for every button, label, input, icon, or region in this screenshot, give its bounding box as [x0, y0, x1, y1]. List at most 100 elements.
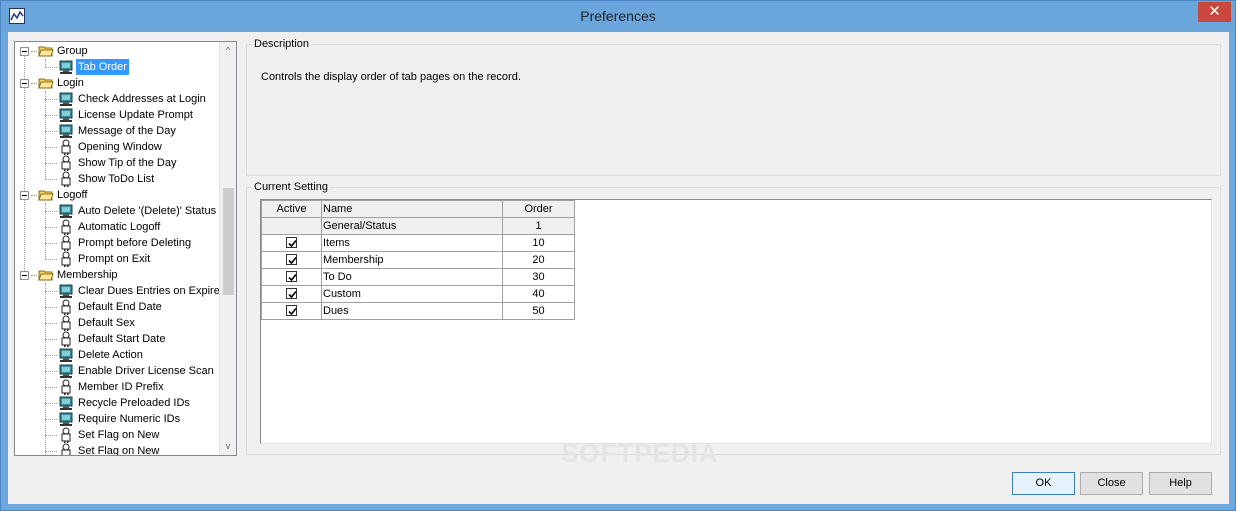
tree-connector	[31, 51, 37, 52]
monitor-icon	[58, 347, 74, 363]
table-row[interactable]: Custom 40	[261, 285, 575, 303]
tree-item-label: Set Flag on New	[78, 429, 160, 441]
tab-order-grid[interactable]: SOFTPEDIA Active Name Order General/Stat…	[260, 199, 1212, 468]
tree-connector	[45, 387, 57, 388]
table-row[interactable]: To Do 30	[261, 268, 575, 286]
active-checkbox[interactable]	[286, 271, 297, 283]
tree-item-label: Prompt before Deleting	[78, 237, 192, 249]
table-row[interactable]: Items 10	[261, 234, 575, 252]
ok-button[interactable]: OK	[1012, 472, 1075, 495]
tree-connector	[45, 211, 57, 212]
column-header-active[interactable]: Active	[261, 200, 322, 218]
column-header-order[interactable]: Order	[502, 200, 575, 218]
tree-connector	[45, 163, 57, 164]
user-icon	[58, 331, 74, 347]
tree-connector	[45, 179, 57, 180]
user-icon	[58, 443, 74, 455]
tree-connector	[45, 323, 57, 324]
monitor-icon	[58, 91, 74, 107]
tree-category-label: Group	[57, 45, 88, 57]
name-cell: Items	[321, 234, 503, 252]
tree-branch-line	[45, 59, 46, 67]
active-checkbox[interactable]	[286, 305, 297, 317]
active-cell[interactable]	[261, 302, 322, 320]
tree-connector	[45, 147, 57, 148]
tree-branch-line	[45, 91, 46, 179]
tree-item-label: Recycle Preloaded IDs	[78, 397, 190, 409]
tree-item-label: Set Flag on New	[78, 445, 160, 456]
order-cell[interactable]: 40	[502, 285, 575, 303]
title-bar: Preferences ✕	[1, 1, 1235, 32]
tree-connector	[45, 227, 57, 228]
tree-item-label: License Update Prompt	[78, 109, 193, 121]
table-row[interactable]: Dues 50	[261, 302, 575, 320]
order-cell[interactable]: 1	[502, 217, 575, 235]
active-checkbox[interactable]	[286, 237, 297, 249]
tree-connector	[31, 275, 37, 276]
monitor-icon	[58, 411, 74, 427]
table-row[interactable]: General/Status 1	[261, 217, 575, 235]
description-label: Description	[252, 38, 312, 50]
tree-scrollbar[interactable]: ^ v	[219, 42, 236, 455]
active-checkbox[interactable]	[286, 254, 297, 266]
tree-connector	[45, 291, 57, 292]
order-cell[interactable]: 50	[502, 302, 575, 320]
tree-connector	[45, 403, 57, 404]
collapse-toggle-icon[interactable]	[20, 79, 29, 88]
user-icon	[58, 219, 74, 235]
collapse-toggle-icon[interactable]	[20, 271, 29, 280]
tree-item-label: Check Addresses at Login	[78, 93, 206, 105]
collapse-toggle-icon[interactable]	[20, 191, 29, 200]
tree-item-label: Automatic Logoff	[78, 221, 161, 233]
tree-connector	[45, 419, 57, 420]
tree-item-label: Message of the Day	[78, 125, 176, 137]
active-cell[interactable]	[261, 234, 322, 252]
open-folder-icon	[38, 267, 54, 283]
current-setting-label: Current Setting	[252, 181, 330, 193]
monitor-icon	[58, 203, 74, 219]
tab-order-table: Active Name Order General/Status 1 Items 10…	[261, 200, 575, 320]
tree-item-label: Tab Order	[76, 59, 129, 75]
grid-body: SOFTPEDIA Active Name Order General/Stat…	[261, 200, 1211, 468]
order-cell[interactable]: 30	[502, 268, 575, 286]
order-cell[interactable]: 20	[502, 251, 575, 269]
scroll-down-icon[interactable]: v	[220, 438, 236, 455]
tree-item-label: Member ID Prefix	[78, 381, 164, 393]
scroll-thumb[interactable]	[223, 188, 234, 295]
open-folder-icon	[38, 187, 54, 203]
user-icon	[58, 139, 74, 155]
preferences-tree[interactable]: Group Tab Order Login Check Addresses at Lo…	[14, 41, 237, 456]
active-cell[interactable]	[261, 268, 322, 286]
monitor-icon	[58, 59, 74, 75]
client-area: Group Tab Order Login Check Addresses at Lo…	[8, 32, 1229, 504]
description-text: Controls the display order of tab pages …	[261, 71, 521, 83]
tree-item-label: Prompt on Exit	[78, 253, 151, 265]
collapse-toggle-icon[interactable]	[20, 47, 29, 56]
monitor-icon	[58, 123, 74, 139]
table-row[interactable]: Membership 20	[261, 251, 575, 269]
tree-connector	[45, 131, 57, 132]
name-cell: General/Status	[321, 217, 503, 235]
tree-connector	[45, 371, 57, 372]
active-cell[interactable]	[261, 251, 322, 269]
help-button[interactable]: Help	[1149, 472, 1212, 495]
order-cell[interactable]: 10	[502, 234, 575, 252]
close-icon[interactable]: ✕	[1198, 2, 1231, 22]
tree-branch-line	[45, 283, 46, 455]
name-cell: To Do	[321, 268, 503, 286]
user-icon	[58, 171, 74, 187]
active-cell[interactable]	[261, 285, 322, 303]
close-button[interactable]: Close	[1080, 472, 1143, 495]
column-header-name[interactable]: Name	[321, 200, 503, 218]
tree-item-label: Clear Dues Entries on Expire	[78, 285, 220, 297]
scroll-up-icon[interactable]: ^	[220, 42, 236, 59]
name-cell: Custom	[321, 285, 503, 303]
monitor-icon	[58, 283, 74, 299]
monitor-icon	[58, 107, 74, 123]
user-icon	[58, 379, 74, 395]
tree-connector	[45, 355, 57, 356]
active-checkbox[interactable]	[286, 288, 297, 300]
name-cell: Dues	[321, 302, 503, 320]
monitor-icon	[58, 363, 74, 379]
open-folder-icon	[38, 43, 54, 59]
